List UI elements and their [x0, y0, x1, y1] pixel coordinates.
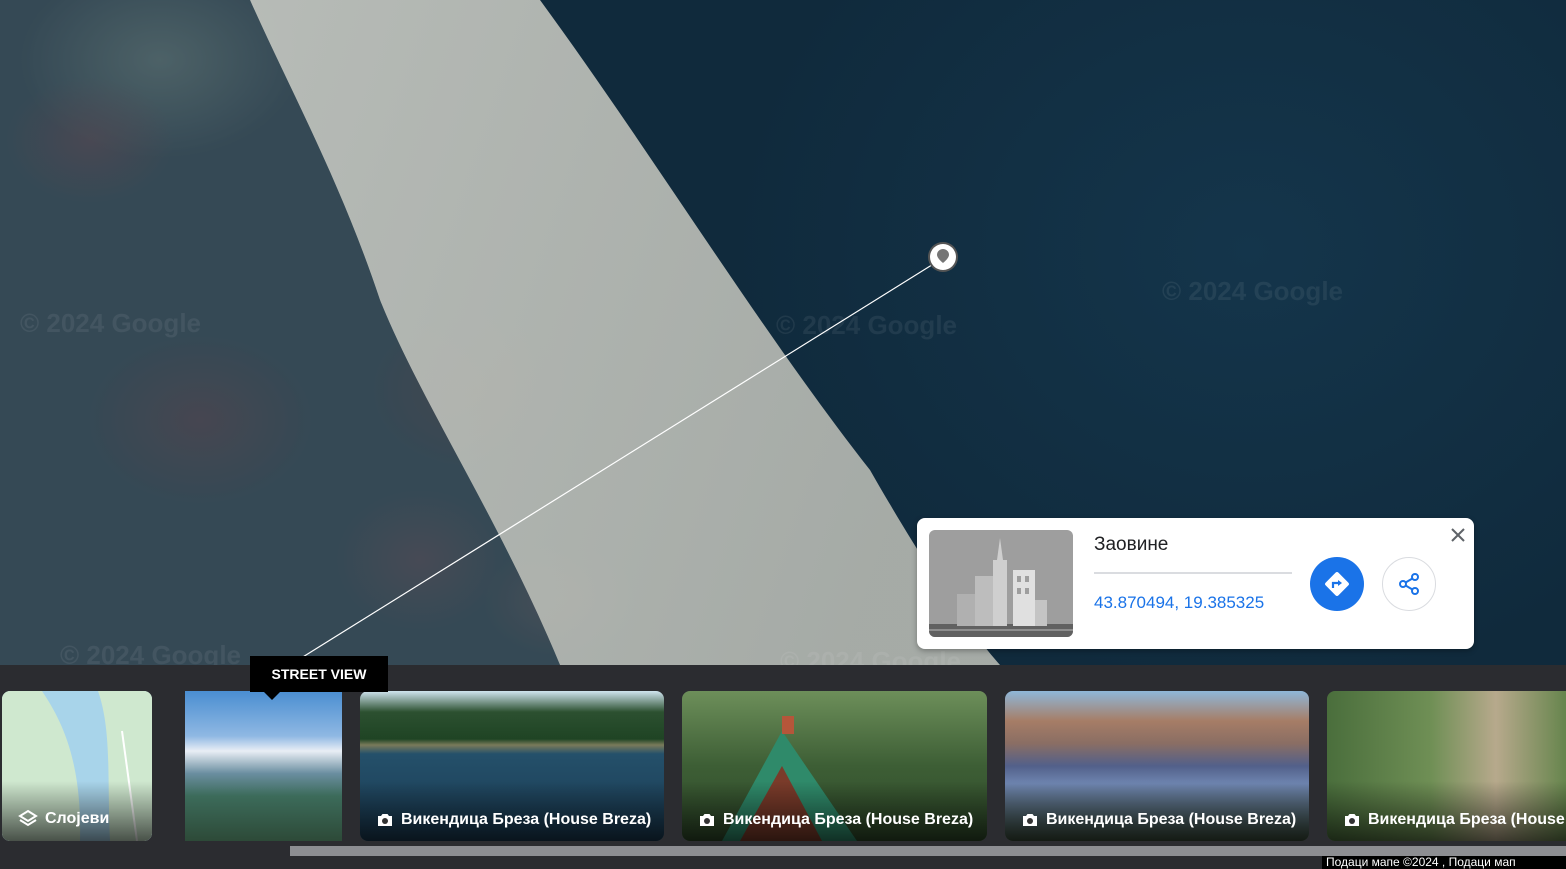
coordinates-link[interactable]: 43.870494, 19.385325 [1094, 593, 1264, 613]
street-view-tile[interactable] [185, 691, 342, 841]
photo-strip: Слојеви Викендица Бреза (House Breza) Ви… [0, 665, 1566, 869]
directions-icon [1325, 572, 1349, 596]
photo-caption: Викендица Бреза (House Breza) [1021, 811, 1296, 829]
photo-tile[interactable]: Викендица Бреза (House Breza) [1005, 691, 1309, 841]
camera-icon [378, 814, 392, 826]
place-thumbnail[interactable] [929, 530, 1073, 637]
layers-button[interactable]: Слојеви [2, 691, 152, 841]
photo-caption: Викендица Бреза (House Breza) [698, 811, 973, 829]
horizontal-scrollbar[interactable] [290, 846, 1566, 856]
photo-caption-text: Викендица Бреза (House Breza) [723, 811, 974, 828]
map-attribution: Подаци мапе ©2024 , Подаци мап [1322, 856, 1566, 869]
tooltip-label: STREET VIEW [271, 666, 367, 682]
place-info-card: Заовине 43.870494, 19.385325 [917, 518, 1474, 649]
tooltip-arrow [264, 692, 280, 700]
share-icon [1399, 573, 1419, 595]
layers-label: Слојеви [45, 810, 110, 827]
close-button[interactable] [1447, 524, 1469, 546]
layers-icon [18, 809, 38, 827]
camera-icon [700, 814, 714, 826]
camera-icon [1023, 814, 1037, 826]
city-placeholder-icon [929, 538, 1073, 637]
photo-caption-text: Викендица Бреза (House Breza) [401, 811, 652, 828]
photo-caption: Викендица Бреза (House Breza) [1343, 811, 1566, 829]
close-icon [1451, 528, 1465, 542]
divider [1094, 572, 1292, 574]
share-button[interactable] [1382, 557, 1436, 611]
photo-caption: Викендица Бреза (House Breza) [376, 811, 651, 829]
photo-caption-text: Викендица Бреза (House Breza) [1368, 811, 1566, 828]
photo-caption-text: Викендица Бреза (House Breza) [1046, 811, 1297, 828]
photo-tile[interactable]: Викендица Бреза (House Breza) [682, 691, 987, 841]
layers-caption: Слојеви [18, 809, 109, 829]
photo-tile[interactable]: Викендица Бреза (House Breza) [360, 691, 664, 841]
photo-tile[interactable]: Викендица Бреза (House Breza) [1327, 691, 1566, 841]
directions-button[interactable] [1310, 557, 1364, 611]
street-view-tooltip: STREET VIEW [250, 656, 388, 700]
location-pin-icon[interactable] [930, 244, 956, 270]
place-title: Заовине [1094, 534, 1169, 555]
camera-icon [1345, 814, 1359, 826]
